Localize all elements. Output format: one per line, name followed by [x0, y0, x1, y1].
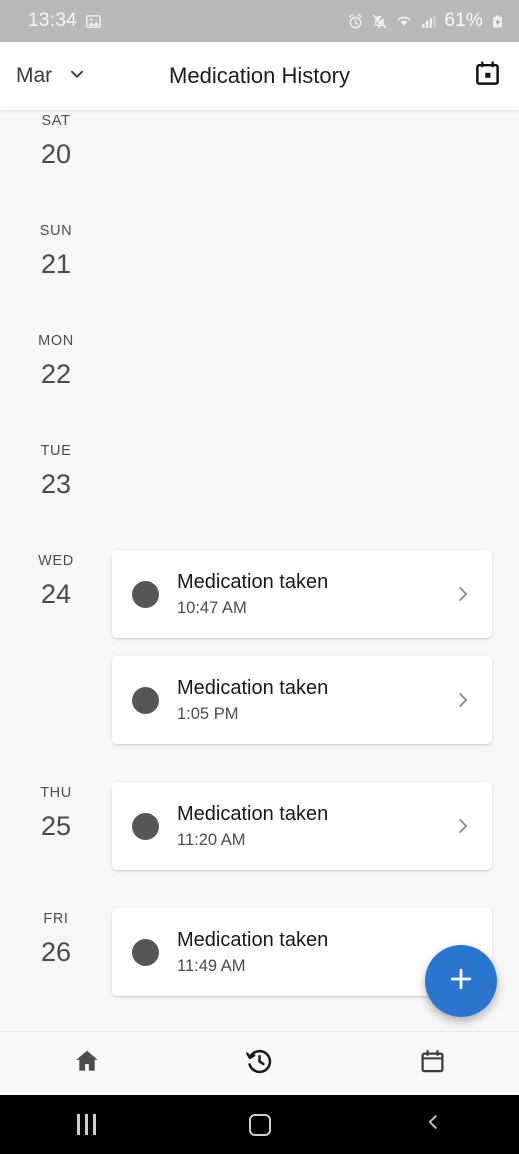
history-list[interactable]: SAT 20 SUN 21 MON 22 TUE 23 WED 24 Medication take…	[0, 110, 519, 1031]
image-icon	[85, 13, 102, 30]
entry-time: 11:49 AM	[177, 957, 246, 976]
entry-time: 1:05 PM	[177, 705, 239, 724]
day-row: TUE 23	[0, 440, 519, 498]
status-dot	[132, 686, 159, 714]
recents-icon	[77, 1114, 96, 1135]
day-number-label: 24	[40, 578, 72, 609]
day-entries	[112, 220, 519, 278]
entry-text: Medication taken 10:47 AM	[177, 571, 452, 618]
entry-title: Medication taken	[177, 928, 329, 951]
day-row: MON 22	[0, 330, 519, 388]
month-label: Mar	[16, 64, 53, 87]
day-number-label: 20	[40, 138, 72, 169]
day-number-label: 22	[40, 358, 72, 389]
entry-time: 11:20 AM	[177, 831, 246, 850]
day-label-column: THU 25	[0, 782, 112, 870]
chevron-down-icon	[66, 63, 88, 90]
day-row: SUN 21	[0, 220, 519, 278]
entry-text: Medication taken 1:05 PM	[177, 677, 452, 724]
day-entries	[112, 440, 519, 498]
back-chevron-icon	[422, 1111, 444, 1138]
battery-icon	[490, 13, 505, 30]
wifi-icon	[395, 13, 413, 30]
history-icon	[245, 1047, 274, 1081]
nav-item-calendar[interactable]	[346, 1048, 519, 1080]
signal-icon	[420, 13, 437, 30]
app-bar: Mar Medication History	[0, 42, 519, 110]
home-icon	[73, 1047, 101, 1080]
entry-title: Medication taken	[177, 570, 329, 593]
nav-item-history[interactable]	[173, 1047, 346, 1081]
day-entries: Medication taken 11:20 AM	[112, 782, 519, 870]
day-number-label: 23	[40, 468, 72, 499]
status-dot	[132, 812, 159, 840]
bottom-navigation	[0, 1031, 519, 1095]
day-row: SAT 20	[0, 110, 519, 168]
alarm-icon	[347, 13, 364, 30]
day-row: THU 25 Medication taken 11:20 AM	[0, 782, 519, 870]
status-bar-left: 13:34	[28, 10, 102, 32]
day-row: WED 24 Medication taken 10:47 AM Medication …	[0, 550, 519, 744]
system-recents-button[interactable]	[0, 1114, 173, 1135]
day-label-column: WED 24	[0, 550, 112, 744]
calendar-icon	[419, 1048, 446, 1080]
day-number-label: 21	[40, 248, 72, 279]
day-label-column: SUN 21	[0, 220, 112, 278]
plus-icon	[446, 964, 476, 999]
status-dot	[132, 580, 159, 608]
chevron-right-icon[interactable]	[452, 689, 474, 711]
day-number-label: 25	[40, 810, 72, 841]
day-of-week-label: MON	[38, 333, 74, 349]
day-entries	[112, 330, 519, 388]
calendar-action-button[interactable]	[474, 60, 501, 92]
day-of-week-label: SAT	[41, 113, 71, 129]
entry-text: Medication taken 11:49 AM	[177, 929, 452, 976]
day-of-week-label: WED	[38, 553, 74, 569]
entry-title: Medication taken	[177, 676, 329, 699]
day-label-column: TUE 23	[0, 440, 112, 498]
calendar-icon	[474, 60, 501, 92]
home-square-icon	[248, 1113, 271, 1136]
status-dot	[132, 938, 159, 966]
system-navigation-bar	[0, 1095, 519, 1154]
status-bar: 13:34 61%	[0, 0, 519, 42]
day-label-column: MON 22	[0, 330, 112, 388]
battery-percent-label: 61%	[444, 10, 483, 31]
day-entries	[112, 110, 519, 168]
chevron-right-icon[interactable]	[452, 583, 474, 605]
entry-time: 10:47 AM	[177, 599, 247, 618]
day-label-column: SAT 20	[0, 110, 112, 168]
status-bar-right: 61%	[347, 10, 505, 32]
system-home-button[interactable]	[173, 1113, 346, 1136]
medication-entry-card[interactable]: Medication taken 1:05 PM	[112, 656, 492, 744]
system-back-button[interactable]	[346, 1111, 519, 1138]
entry-text: Medication taken 11:20 AM	[177, 803, 452, 850]
nav-item-home[interactable]	[0, 1047, 173, 1080]
chevron-right-icon[interactable]	[452, 815, 474, 837]
medication-entry-card[interactable]: Medication taken 10:47 AM	[112, 550, 492, 638]
month-selector[interactable]: Mar	[16, 63, 88, 90]
day-number-label: 26	[40, 936, 72, 967]
phone-screen: 13:34 61% Mar Medication History SAT 20 …	[0, 0, 519, 1154]
day-label-column: FRI 26	[0, 908, 112, 996]
day-of-week-label: THU	[40, 785, 72, 801]
bell-muted-icon	[371, 13, 388, 30]
status-bar-clock: 13:34	[28, 10, 78, 31]
day-of-week-label: TUE	[40, 443, 72, 459]
medication-entry-card[interactable]: Medication taken 11:20 AM	[112, 782, 492, 870]
day-of-week-label: FRI	[43, 911, 69, 927]
add-button[interactable]	[425, 945, 497, 1017]
day-entries: Medication taken 10:47 AM Medication taken…	[112, 550, 519, 744]
day-of-week-label: SUN	[39, 223, 73, 239]
entry-title: Medication taken	[177, 802, 329, 825]
